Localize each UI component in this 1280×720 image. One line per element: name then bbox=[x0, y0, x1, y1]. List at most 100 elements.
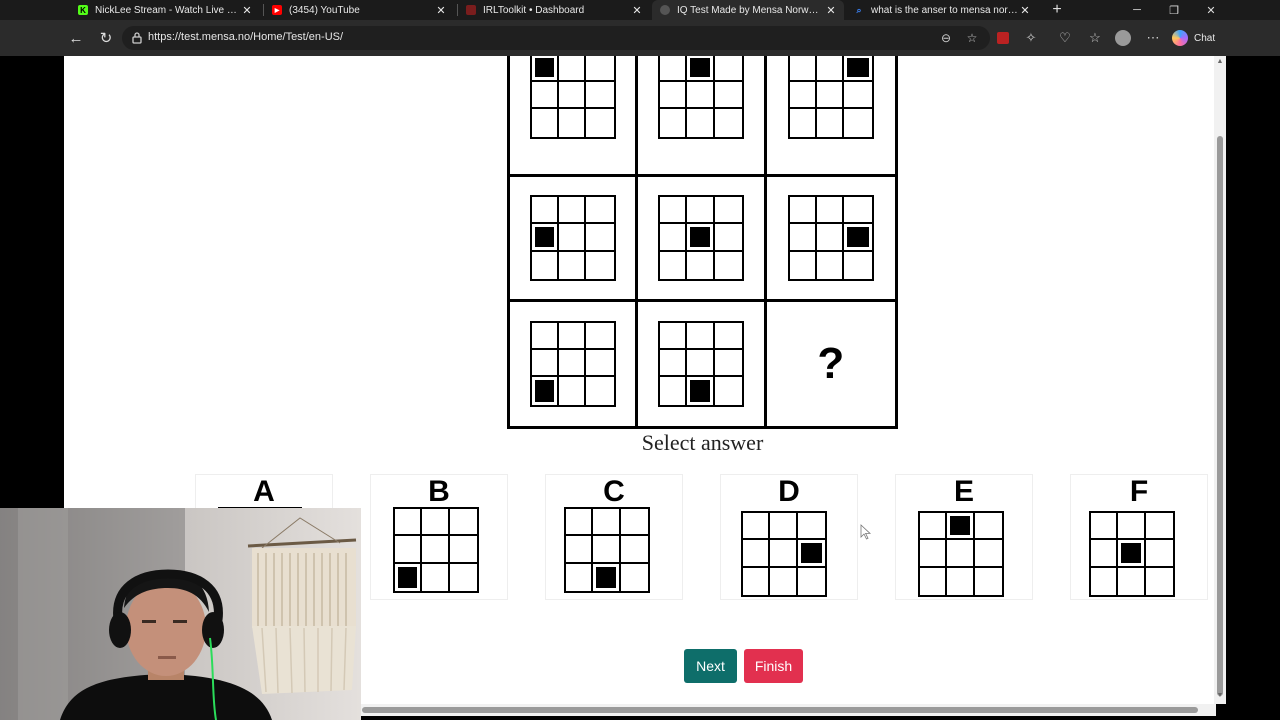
empty-square bbox=[586, 252, 613, 279]
empty-square bbox=[566, 509, 594, 537]
close-tab-icon[interactable]: ✕ bbox=[240, 4, 254, 17]
browser-toolbar: ← ↻ https://test.mensa.no/Home/Test/en-U… bbox=[0, 20, 1280, 56]
filled-square bbox=[844, 56, 872, 82]
filled-square bbox=[1118, 540, 1146, 568]
scrollbar-thumb[interactable] bbox=[362, 707, 1198, 713]
empty-square bbox=[586, 56, 614, 82]
empty-square bbox=[659, 81, 688, 110]
tab-title: (3454) YouTube bbox=[289, 4, 360, 16]
answer-option-e[interactable]: E bbox=[895, 474, 1033, 600]
next-button[interactable]: Next bbox=[684, 649, 737, 683]
close-tab-icon[interactable]: ✕ bbox=[630, 4, 644, 17]
empty-square bbox=[659, 322, 688, 351]
horizontal-scrollbar[interactable] bbox=[360, 704, 1216, 716]
tab-title: IQ Test Made by Mensa Norway - IQ bbox=[677, 4, 824, 16]
empty-square bbox=[532, 109, 559, 137]
profile-avatar-icon[interactable] bbox=[1114, 29, 1132, 47]
empty-square bbox=[1146, 568, 1173, 595]
matrix-pattern bbox=[529, 194, 616, 281]
puzzle-extension-icon[interactable]: ✧ bbox=[1022, 29, 1040, 47]
answer-pattern bbox=[1089, 511, 1175, 597]
empty-square bbox=[687, 81, 715, 110]
copilot-chat-button[interactable]: Chat bbox=[1172, 28, 1228, 48]
empty-square bbox=[789, 81, 818, 110]
back-icon[interactable]: ← bbox=[66, 28, 86, 48]
empty-square bbox=[566, 563, 594, 591]
empty-square bbox=[817, 81, 845, 110]
scroll-up-icon[interactable]: ▲ bbox=[1216, 58, 1224, 65]
answer-pattern bbox=[564, 507, 650, 593]
empty-square bbox=[620, 509, 648, 537]
tab-mensa[interactable]: IQ Test Made by Mensa Norway - IQ ✕ bbox=[652, 0, 844, 20]
empty-square bbox=[531, 81, 559, 110]
minimize-icon[interactable]: ─ bbox=[1118, 0, 1156, 20]
site-info-icon[interactable] bbox=[130, 31, 144, 45]
answer-option-d[interactable]: D bbox=[720, 474, 858, 600]
filled-square bbox=[844, 224, 872, 252]
empty-square bbox=[620, 536, 648, 564]
close-tab-icon[interactable]: ✕ bbox=[1018, 4, 1032, 17]
reading-mode-icon[interactable]: ⊖ bbox=[938, 30, 954, 46]
empty-square bbox=[714, 56, 742, 82]
empty-square bbox=[714, 82, 742, 110]
empty-square bbox=[586, 323, 614, 351]
matrix-cell bbox=[766, 177, 895, 302]
empty-square bbox=[559, 377, 587, 405]
close-tab-icon[interactable]: ✕ bbox=[434, 4, 448, 17]
empty-square bbox=[593, 509, 621, 537]
matrix-pattern bbox=[787, 194, 874, 281]
empty-square bbox=[450, 564, 477, 591]
browser-essentials-icon[interactable]: ♡ bbox=[1056, 29, 1074, 47]
empty-square bbox=[817, 196, 845, 225]
answer-option-c[interactable]: C bbox=[545, 474, 683, 600]
empty-square bbox=[558, 56, 587, 82]
empty-square bbox=[1091, 540, 1119, 568]
empty-square bbox=[559, 251, 587, 279]
favorites-icon[interactable]: ☆ bbox=[1086, 29, 1104, 47]
matrix-pattern bbox=[657, 194, 744, 281]
address-bar[interactable]: https://test.mensa.no/Home/Test/en-US/ ⊖… bbox=[122, 26, 990, 50]
scrollbar-thumb[interactable] bbox=[1217, 136, 1223, 696]
vertical-scrollbar[interactable]: ▲ ▼ bbox=[1214, 56, 1226, 704]
empty-square bbox=[395, 509, 423, 537]
scroll-down-icon[interactable]: ▼ bbox=[1216, 692, 1224, 699]
filled-square bbox=[687, 224, 715, 252]
empty-square bbox=[790, 251, 818, 279]
matrix-pattern bbox=[657, 56, 744, 139]
tab-search[interactable]: ⌕ what is the anser to mensa norway ✕ bbox=[846, 0, 1038, 20]
matrix-cell bbox=[766, 56, 895, 178]
tab-youtube[interactable]: ▶ (3454) YouTube ✕ bbox=[264, 0, 454, 20]
more-menu-icon[interactable]: ⋯ bbox=[1144, 29, 1162, 47]
tab-title: NickLee Stream - Watch Live on Kick bbox=[95, 4, 240, 16]
empty-square bbox=[715, 109, 742, 136]
answer-option-f[interactable]: F bbox=[1070, 474, 1208, 600]
empty-square bbox=[621, 564, 648, 591]
new-tab-button[interactable]: + bbox=[1038, 0, 1076, 20]
empty-square bbox=[687, 350, 715, 378]
close-window-icon[interactable]: ✕ bbox=[1192, 0, 1230, 20]
restore-icon[interactable]: ❐ bbox=[1155, 0, 1193, 20]
answer-letter: A bbox=[253, 475, 275, 508]
extension-icon[interactable] bbox=[994, 29, 1012, 47]
tab-kick[interactable]: K NickLee Stream - Watch Live on Kick ✕ bbox=[70, 0, 260, 20]
empty-square bbox=[660, 377, 688, 405]
filled-square bbox=[395, 563, 423, 591]
finish-button[interactable]: Finish bbox=[744, 649, 803, 683]
filled-square bbox=[531, 224, 559, 252]
empty-square bbox=[687, 322, 715, 351]
url-text[interactable]: https://test.mensa.no/Home/Test/en-US/ bbox=[148, 31, 343, 43]
favorite-star-icon[interactable]: ☆ bbox=[964, 30, 980, 46]
empty-square bbox=[974, 513, 1002, 541]
matrix-pattern bbox=[529, 56, 616, 139]
answer-pattern bbox=[393, 507, 479, 593]
close-tab-icon[interactable]: ✕ bbox=[824, 4, 838, 17]
answer-option-b[interactable]: B bbox=[370, 474, 508, 600]
empty-square bbox=[531, 196, 559, 225]
refresh-icon[interactable]: ↻ bbox=[96, 28, 116, 48]
filled-square bbox=[593, 563, 621, 591]
tab-irltoolkit[interactable]: IRLToolkit • Dashboard ✕ bbox=[458, 0, 650, 20]
empty-square bbox=[558, 196, 587, 225]
empty-square bbox=[844, 109, 871, 136]
empty-square bbox=[715, 377, 742, 404]
empty-square bbox=[947, 567, 975, 595]
